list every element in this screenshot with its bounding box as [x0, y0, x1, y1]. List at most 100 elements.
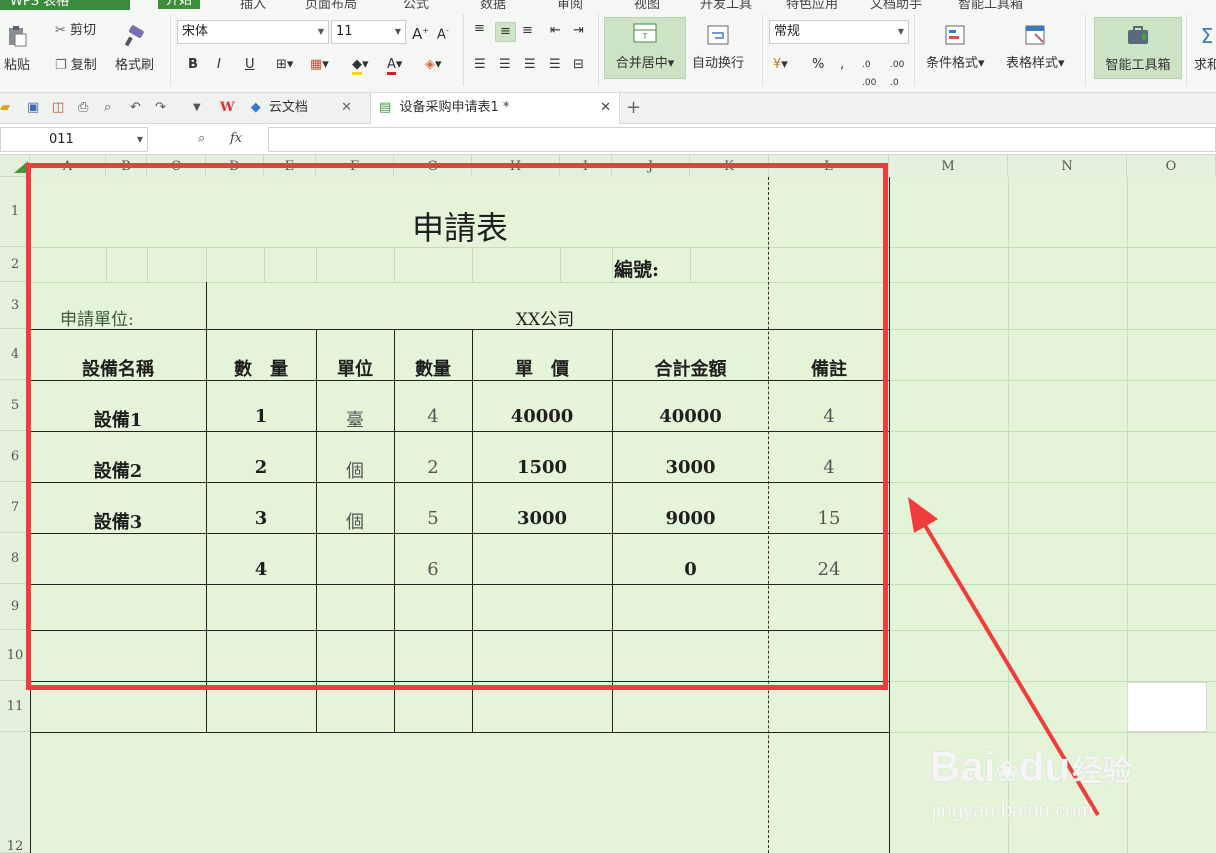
tab-data[interactable]: 数据	[480, 0, 506, 10]
print-preview-icon[interactable]: ⌕	[104, 99, 111, 117]
sigma-icon: Σ	[1200, 24, 1214, 48]
wrap-text-icon	[707, 25, 729, 45]
tab-developer[interactable]: 开发工具	[700, 0, 752, 10]
chevron-down-icon: ▼	[317, 27, 324, 36]
column-header-o[interactable]: O	[1127, 155, 1216, 177]
align-left-button[interactable]: ☰	[474, 56, 486, 74]
zoom-search-icon[interactable]: ⌕	[198, 130, 205, 148]
align-right-button[interactable]: ☰	[524, 56, 536, 74]
tab-insert[interactable]: 插入	[240, 0, 266, 10]
tab-page-layout[interactable]: 页面布局	[305, 0, 357, 10]
paste-icon	[9, 26, 27, 47]
tab-formula[interactable]: 公式	[403, 0, 429, 10]
column-header-n[interactable]: N	[1008, 155, 1127, 177]
row-header-12[interactable]: 12	[0, 732, 30, 853]
italic-button[interactable]: I	[217, 56, 221, 74]
spreadsheet-grid[interactable]: A B C D E F G H I J K L M N O 1 2 3 4 5 …	[0, 155, 1216, 853]
decrease-decimal-icon: .00.0	[890, 60, 905, 88]
table-style-label: 表格样式▾	[1006, 56, 1065, 71]
align-center-button[interactable]: ☰	[499, 56, 511, 74]
increase-decimal-button[interactable]: .0.00	[862, 56, 876, 92]
justify-button[interactable]: ☰	[549, 56, 561, 74]
conditional-format-icon	[945, 25, 965, 45]
merge-center-button[interactable]: T 合并居中▾	[604, 17, 686, 79]
tab-home-wps[interactable]: W ◆ 云文档 ✕	[214, 93, 362, 124]
sum-button[interactable]: Σ 求和	[1194, 24, 1216, 73]
selected-cell[interactable]	[1127, 682, 1207, 732]
font-color-button[interactable]: A▾	[387, 56, 402, 75]
customize-dropdown-icon[interactable]: ▼	[193, 99, 201, 117]
format-painter-button[interactable]: 格式刷	[115, 24, 154, 73]
font-size-select[interactable]: 11 ▼	[331, 20, 406, 44]
decrease-font-button[interactable]: A-	[437, 22, 449, 44]
save-icon[interactable]: ▣	[27, 99, 39, 117]
distribute-button[interactable]: ⊟	[573, 56, 584, 74]
insert-function-button[interactable]: fx	[230, 130, 242, 148]
align-top-button[interactable]: ≡	[474, 20, 485, 38]
new-tab-button[interactable]: +	[626, 93, 641, 124]
tab-doc-assistant[interactable]: 文档助手	[870, 0, 922, 10]
tab-active-document[interactable]: ▤ 设备采购申请表1 * ✕	[370, 93, 620, 124]
currency-icon: ¥	[773, 57, 782, 72]
copy-button[interactable]: ❐ 复制	[55, 57, 97, 75]
export-pdf-icon[interactable]: ◫	[52, 99, 64, 117]
fill-bucket-icon: ◆	[352, 57, 362, 75]
ribbon-separator	[1186, 14, 1187, 86]
tab-view[interactable]: 视图	[634, 0, 660, 10]
close-icon[interactable]: ✕	[600, 93, 611, 123]
column-header-m[interactable]: M	[889, 155, 1008, 177]
tab-smart-toolbox[interactable]: 智能工具箱	[958, 0, 1023, 10]
align-center-icon: ☰	[499, 57, 511, 72]
paste-button[interactable]: 粘贴	[4, 24, 30, 73]
smart-toolbox-button[interactable]: 智能工具箱	[1094, 17, 1182, 79]
highlight-box	[26, 163, 888, 690]
clear-button[interactable]: ◈▾	[425, 56, 442, 74]
app-menu-button[interactable]: WPS 表格	[0, 0, 130, 10]
align-right-icon: ☰	[524, 57, 536, 72]
currency-button[interactable]: ¥▾	[773, 56, 788, 74]
underline-button[interactable]: U	[245, 56, 255, 74]
align-bottom-button[interactable]: ≡	[522, 22, 533, 40]
font-name-value: 宋体	[182, 24, 209, 39]
tab-special-apps[interactable]: 特色应用	[786, 0, 838, 10]
merge-center-label: 合并居中▾	[615, 56, 675, 71]
chevron-down-icon: ▼	[897, 27, 904, 36]
tab-home[interactable]: 开始	[158, 0, 201, 9]
bold-button[interactable]: B	[188, 56, 198, 74]
conditional-format-button[interactable]: 条件格式▾	[926, 24, 985, 71]
undo-icon[interactable]: ↶	[130, 99, 141, 117]
tab-review[interactable]: 审阅	[557, 0, 583, 10]
increase-font-button[interactable]: A+	[412, 22, 429, 43]
justify-icon: ☰	[549, 57, 561, 72]
border-button[interactable]: ⊞▾	[276, 56, 293, 74]
decrease-indent-button[interactable]: ⇤	[550, 22, 561, 40]
cut-button[interactable]: ✂ 剪切	[55, 22, 96, 40]
number-format-select[interactable]: 常规 ▼	[769, 20, 909, 44]
open-icon[interactable]: ▰	[0, 99, 10, 117]
ribbon-toolbar: WPS 表格 开始 插入 页面布局 公式 数据 审阅 视图 开发工具 特色应用 …	[0, 0, 1216, 93]
comma-button[interactable]: ,	[840, 56, 844, 74]
wrap-text-label: 自动换行	[692, 56, 745, 71]
chevron-down-icon: ▼	[136, 135, 143, 144]
wrap-text-button[interactable]: 自动换行	[692, 24, 744, 71]
align-middle-button[interactable]: ≡	[495, 22, 516, 42]
ribbon-tab-row: WPS 表格 开始 插入 页面布局 公式 数据 审阅 视图 开发工具 特色应用 …	[0, 0, 1216, 10]
font-name-select[interactable]: 宋体 ▼	[177, 20, 329, 44]
grid-line	[889, 431, 1216, 432]
fill-color-button[interactable]: ◆▾	[352, 56, 369, 75]
percent-button[interactable]: %	[812, 56, 824, 74]
cell-style-button[interactable]: ▦▾	[310, 56, 329, 74]
increase-decimal-icon: .0.00	[862, 60, 877, 88]
table-style-button[interactable]: 表格样式▾	[1006, 24, 1065, 71]
decrease-decimal-button[interactable]: .00.0	[890, 56, 904, 92]
align-middle-icon: ≡	[500, 24, 511, 39]
increase-indent-button[interactable]: ⇥	[573, 22, 584, 40]
name-box[interactable]: 011 ▼	[0, 127, 148, 152]
watermark-url: jingyan.baidu.com	[932, 800, 1094, 822]
redo-icon[interactable]: ↷	[155, 99, 166, 117]
close-icon[interactable]: ✕	[341, 93, 352, 123]
merge-cells-icon: T	[633, 23, 657, 43]
print-icon[interactable]: ⎙	[78, 99, 88, 117]
formula-input[interactable]	[268, 127, 1216, 152]
cloud-cube-icon: ◆	[250, 100, 261, 115]
